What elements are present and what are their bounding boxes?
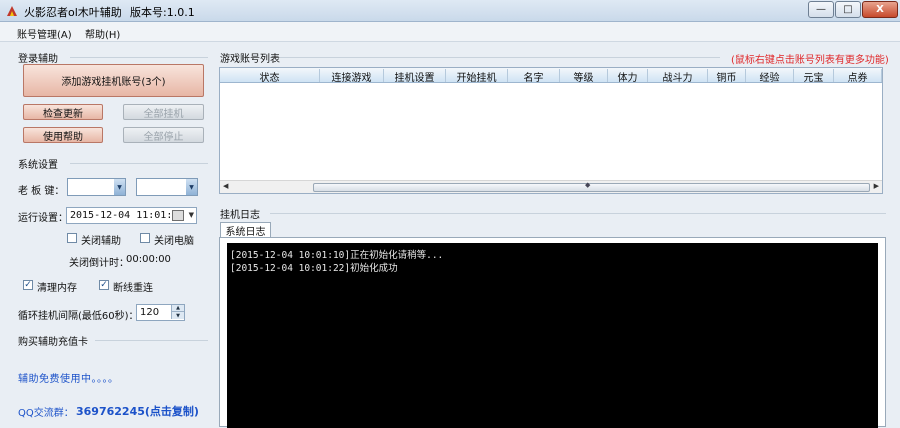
group-divider [270,213,886,214]
group-divider [95,340,208,341]
use-help-button[interactable]: 使用帮助 [23,127,103,143]
column-header-exp[interactable]: 经验 [746,69,794,84]
close-assist-checkbox[interactable] [67,233,77,243]
scrollbar-thumb[interactable] [313,183,870,192]
boss-key-combo-1[interactable]: ▼ [67,178,126,196]
column-header-name[interactable]: 名字 [508,69,560,84]
qq-group-label: QQ交流群： [18,408,74,419]
group-divider [70,163,208,164]
column-header-hang-settings[interactable]: 挂机设置 [384,69,446,84]
account-list-hint: (鼠标右键点击账号列表有更多功能) [731,55,889,66]
menu-account-management[interactable]: 账号管理(A) [17,26,72,41]
clear-memory-checkbox[interactable]: ✓ [23,280,33,290]
log-console[interactable]: [2015-12-04 10:01:10]正在初始化请稍等... [2015-1… [227,243,878,428]
horizontal-scrollbar[interactable]: ◀ ◆ ▶ [220,180,882,193]
column-header-level[interactable]: 等级 [560,69,608,84]
check-update-button[interactable]: 检查更新 [23,104,103,120]
column-header-connect[interactable]: 连接游戏 [320,69,384,84]
all-hang-button[interactable]: 全部挂机 [123,104,204,120]
log-panel: [2015-12-04 10:01:10]正在初始化请稍等... [2015-1… [219,237,886,428]
version-label: 版本号:1.0.1 [130,6,195,19]
add-account-button[interactable]: 添加游戏挂机账号(3个) [23,64,204,97]
close-button[interactable]: X [862,1,898,18]
countdown-label: 关闭倒计时： [69,258,129,269]
qq-group-link[interactable]: 369762245(点击复制) [76,403,199,419]
boss-key-combo-2[interactable]: ▼ [136,178,198,196]
scroll-left-icon[interactable]: ◀ [223,182,228,190]
grip-icon: ◆ [585,181,591,189]
column-header-start-hang[interactable]: 开始挂机 [446,69,508,84]
chevron-down-icon: ▼ [186,179,197,195]
column-header-coins[interactable]: 铜币 [708,69,746,84]
spinner-down-icon[interactable]: ▼ [171,312,184,319]
group-divider [280,57,720,58]
app-logo-icon [7,6,17,16]
log-line: [2015-12-04 10:01:22]初始化成功 [230,263,398,274]
spinner-up-icon[interactable]: ▲ [171,305,184,312]
group-divider [70,57,208,58]
chevron-down-icon: ▼ [188,211,194,219]
account-list-table[interactable]: 状态 连接游戏 挂机设置 开始挂机 名字 等级 体力 战斗力 铜币 经验 元宝 … [219,67,883,194]
login-group-label: 登录辅助 [18,54,58,65]
maximize-button[interactable]: □ [835,1,861,18]
column-header-gold[interactable]: 元宝 [794,69,834,84]
title-bar: 火影忍者ol木叶辅助 版本号:1.0.1 — □ X [0,0,900,22]
chevron-down-icon: ▼ [114,179,125,195]
run-datetime-picker[interactable]: 2015-12-04 11:01:10 ▼ [66,207,197,224]
table-header: 状态 连接游戏 挂机设置 开始挂机 名字 等级 体力 战斗力 铜币 经验 元宝 … [220,68,882,84]
close-pc-label: 关闭电脑 [154,236,194,247]
run-setting-label: 运行设置： [18,213,68,224]
menu-bar: 账号管理(A) 帮助(H) [0,22,900,42]
tab-system-log[interactable]: 系统日志 [220,222,271,238]
column-header-coupons[interactable]: 点券 [834,69,882,84]
calendar-icon [172,210,184,221]
column-header-status[interactable]: 状态 [220,69,320,84]
buy-group-label: 购买辅助充值卡 [18,337,88,348]
minimize-button[interactable]: — [808,1,834,18]
column-header-stamina[interactable]: 体力 [608,69,648,84]
all-stop-button[interactable]: 全部停止 [123,127,204,143]
interval-spinner[interactable]: 120 ▲ ▼ [136,304,185,321]
window-title: 火影忍者ol木叶辅助 [24,6,122,19]
column-header-power[interactable]: 战斗力 [648,69,708,84]
boss-key-label: 老 板 键： [18,186,65,197]
clear-memory-label: 清理内存 [37,283,77,294]
log-line: [2015-12-04 10:01:10]正在初始化请稍等... [230,250,444,261]
menu-help[interactable]: 帮助(H) [85,26,120,41]
scroll-right-icon[interactable]: ▶ [874,182,879,190]
reconnect-checkbox[interactable]: ✓ [99,280,109,290]
reconnect-label: 断线重连 [113,283,153,294]
run-datetime-value: 2015-12-04 11:01:10 [70,210,185,221]
interval-label: 循环挂机间隔(最低60秒)： [18,311,139,322]
system-group-label: 系统设置 [18,160,58,171]
close-assist-label: 关闭辅助 [81,236,121,247]
interval-value: 120 [140,307,160,318]
countdown-value: 00:00:00 [126,254,171,265]
account-list-label: 游戏账号列表 [220,54,280,65]
close-pc-checkbox[interactable] [140,233,150,243]
hang-log-label: 挂机日志 [220,210,260,221]
free-use-text: 辅助免费使用中。。。。 [18,374,119,385]
